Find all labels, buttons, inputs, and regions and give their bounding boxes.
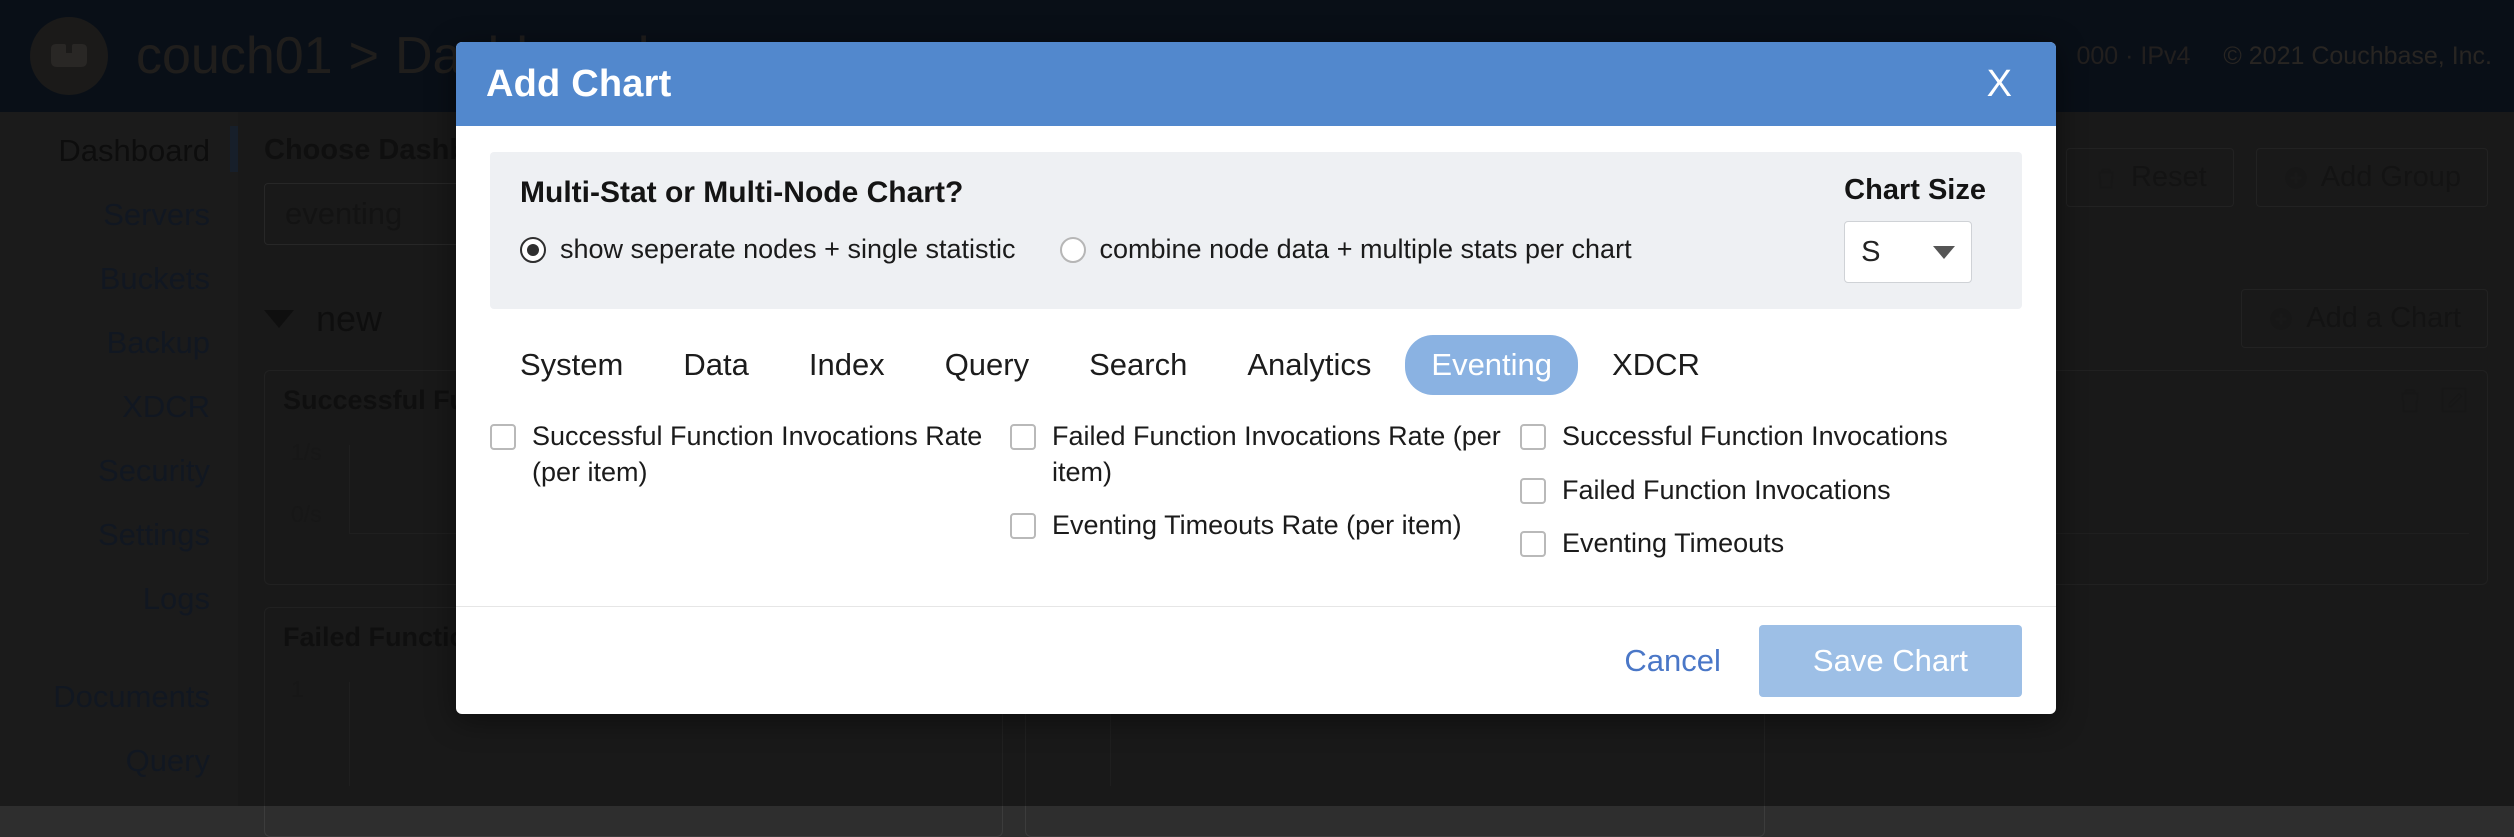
radio-unselected-icon	[1060, 237, 1086, 263]
stat-category-tabs: System Data Index Query Search Analytics…	[490, 335, 2022, 395]
stat-checkbox-eventing-timeouts-rate[interactable]: Eventing Timeouts Rate (per item)	[1010, 508, 1520, 544]
chart-mode-radio-group: show seperate nodes + single statistic c…	[520, 234, 1632, 265]
close-icon[interactable]: X	[1977, 61, 2022, 107]
tab-system[interactable]: System	[494, 335, 649, 395]
radio-selected-icon	[520, 237, 546, 263]
checkbox-icon	[1010, 424, 1036, 450]
dialog-footer: Cancel Save Chart	[456, 606, 2056, 714]
chart-size-select[interactable]: S	[1844, 221, 1972, 283]
chart-size-value: S	[1861, 236, 1880, 269]
radio-separate-nodes-label: show seperate nodes + single statistic	[560, 234, 1016, 265]
stat-checkbox-failed-invocations-rate[interactable]: Failed Function Invocations Rate (per it…	[1010, 419, 1520, 490]
chart-mode-heading: Multi-Stat or Multi-Node Chart?	[520, 176, 1632, 210]
stat-label: Successful Function Invocations Rate (pe…	[532, 419, 1010, 490]
tab-query[interactable]: Query	[919, 335, 1055, 395]
dialog-title: Add Chart	[486, 63, 671, 106]
save-chart-button[interactable]: Save Chart	[1759, 625, 2022, 697]
chart-size-section: Chart Size S	[1844, 174, 1992, 283]
radio-combine-nodes-label: combine node data + multiple stats per c…	[1100, 234, 1632, 265]
radio-separate-nodes[interactable]: show seperate nodes + single statistic	[520, 234, 1016, 265]
checkbox-icon	[1010, 513, 1036, 539]
chart-size-label: Chart Size	[1844, 174, 1986, 207]
stat-label: Failed Function Invocations	[1562, 473, 1891, 509]
checkbox-icon	[1520, 531, 1546, 557]
chart-options-panel: Multi-Stat or Multi-Node Chart? show sep…	[490, 152, 2022, 309]
stat-label: Successful Function Invocations	[1562, 419, 1948, 455]
tab-analytics[interactable]: Analytics	[1221, 335, 1397, 395]
cancel-button[interactable]: Cancel	[1624, 643, 1721, 679]
tab-eventing[interactable]: Eventing	[1405, 335, 1578, 395]
stat-checkbox-successful-invocations-rate[interactable]: Successful Function Invocations Rate (pe…	[490, 419, 1010, 490]
stat-label: Eventing Timeouts	[1562, 526, 1784, 562]
stat-label: Eventing Timeouts Rate (per item)	[1052, 508, 1462, 544]
tab-xdcr[interactable]: XDCR	[1586, 335, 1726, 395]
checkbox-icon	[1520, 424, 1546, 450]
tab-data[interactable]: Data	[657, 335, 774, 395]
stat-checkbox-failed-invocations[interactable]: Failed Function Invocations	[1520, 473, 2000, 509]
stat-column-3: Successful Function Invocations Failed F…	[1520, 419, 2000, 580]
add-chart-dialog: Add Chart X Multi-Stat or Multi-Node Cha…	[456, 42, 2056, 714]
chart-mode-section: Multi-Stat or Multi-Node Chart? show sep…	[520, 174, 1632, 265]
stat-checkbox-columns: Successful Function Invocations Rate (pe…	[490, 419, 2022, 580]
stat-label: Failed Function Invocations Rate (per it…	[1052, 419, 1520, 490]
checkbox-icon	[1520, 478, 1546, 504]
chevron-down-icon	[1933, 246, 1955, 259]
dialog-header: Add Chart X	[456, 42, 2056, 126]
stat-checkbox-eventing-timeouts[interactable]: Eventing Timeouts	[1520, 526, 2000, 562]
stat-column-2: Failed Function Invocations Rate (per it…	[1010, 419, 1520, 580]
dialog-body: Multi-Stat or Multi-Node Chart? show sep…	[456, 126, 2056, 606]
checkbox-icon	[490, 424, 516, 450]
tab-index[interactable]: Index	[783, 335, 911, 395]
radio-combine-nodes[interactable]: combine node data + multiple stats per c…	[1060, 234, 1632, 265]
stat-column-1: Successful Function Invocations Rate (pe…	[490, 419, 1010, 580]
tab-search[interactable]: Search	[1063, 335, 1213, 395]
stat-checkbox-successful-invocations[interactable]: Successful Function Invocations	[1520, 419, 2000, 455]
